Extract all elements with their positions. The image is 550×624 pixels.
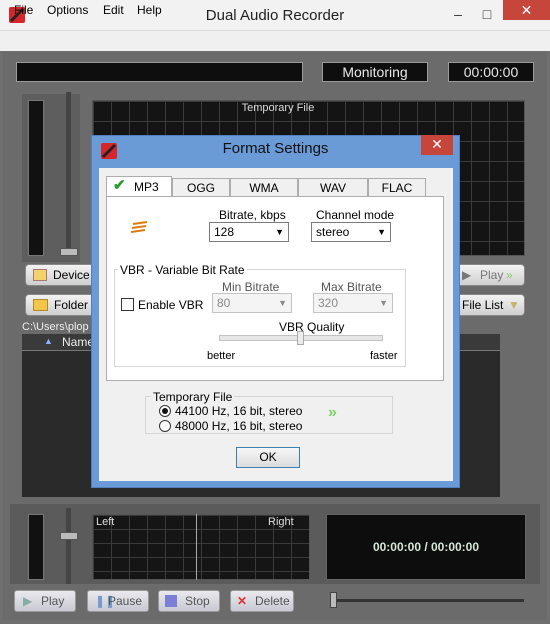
stop-icon	[165, 595, 177, 607]
device-icon	[33, 269, 47, 281]
enable-vbr-checkbox[interactable]	[121, 298, 134, 311]
bitrate-label: Bitrate, kbps	[219, 208, 286, 222]
menu-help[interactable]: Help	[137, 3, 162, 17]
delete-button[interactable]: ✕ Delete	[230, 590, 294, 612]
vbr-better-label: better	[207, 350, 236, 362]
delete-icon: ✕	[237, 594, 248, 608]
temp-option-48000-radio[interactable]	[159, 420, 171, 432]
minimize-button[interactable]: –	[444, 0, 472, 31]
vbr-group-title: VBR - Variable Bit Rate	[118, 263, 247, 277]
volume-slider-track	[66, 508, 71, 584]
ok-button[interactable]: OK	[236, 447, 300, 468]
status-display	[16, 62, 303, 82]
pause-button[interactable]: ❚❚ Pause	[87, 590, 149, 612]
folder-button[interactable]: Folder	[25, 294, 97, 316]
volume-slider-thumb[interactable]	[60, 532, 78, 540]
temp-option-48000-label: 48000 Hz, 16 bit, stereo	[175, 419, 303, 433]
menu-edit[interactable]: Edit	[103, 3, 124, 17]
level-slider-thumb[interactable]	[60, 248, 78, 256]
temp-option-44100-radio[interactable]	[159, 405, 171, 417]
device-button[interactable]: Device	[25, 264, 97, 286]
min-bitrate-value: 80	[217, 296, 231, 310]
column-name[interactable]: Name	[62, 335, 94, 349]
min-bitrate-label: Min Bitrate	[222, 280, 280, 294]
forward-arrows-icon: »	[328, 404, 337, 421]
enable-vbr-label: Enable VBR	[138, 298, 204, 312]
play-icon: ▶	[23, 594, 33, 608]
playback-vu-meter	[28, 514, 44, 580]
tab-mp3[interactable]: ✔ MP3	[106, 176, 172, 197]
min-bitrate-select[interactable]: 80 ▼	[212, 293, 292, 313]
vbr-quality-label: VBR Quality	[279, 320, 345, 334]
close-button[interactable]: ✕	[503, 0, 550, 20]
chevron-down-icon: ▼	[377, 227, 386, 237]
temporary-file-title: Temporary File	[151, 390, 235, 404]
channel-divider	[196, 514, 197, 580]
check-icon: ✔	[113, 177, 126, 194]
tab-ogg[interactable]: OGG	[172, 178, 230, 197]
tab-wav[interactable]: WAV	[298, 178, 368, 197]
right-channel-label: Right	[268, 516, 294, 528]
seek-thumb[interactable]	[330, 592, 337, 608]
stop-button[interactable]: Stop	[158, 590, 220, 612]
temp-option-44100-label: 44100 Hz, 16 bit, stereo	[175, 404, 303, 418]
folder-button-label: Folder	[54, 298, 89, 312]
sort-arrow-icon: ▲	[44, 336, 53, 346]
delete-label: Delete	[255, 594, 290, 608]
menu-bar	[0, 31, 550, 51]
play-icon: ▶	[462, 268, 472, 282]
channel-mode-value: stereo	[316, 225, 350, 239]
menu-file[interactable]: File	[14, 3, 33, 17]
forward-arrows-icon: »	[506, 268, 513, 282]
max-bitrate-label: Max Bitrate	[321, 280, 382, 294]
elapsed-time-display: 00:00:00	[448, 62, 534, 82]
max-bitrate-select[interactable]: 320 ▼	[313, 293, 393, 313]
channel-mode-select[interactable]: stereo ▼	[311, 222, 391, 242]
bitrate-value: 128	[214, 225, 235, 239]
play-label: Play	[41, 594, 65, 608]
maximize-button[interactable]: □	[473, 0, 501, 31]
folder-icon	[33, 299, 48, 311]
vbr-quality-thumb[interactable]	[297, 331, 304, 345]
playback-time-display: 00:00:00 / 00:00:00	[326, 514, 526, 580]
file-list-button[interactable]: File List ▼	[455, 294, 525, 316]
chevron-down-icon: ▼	[278, 298, 287, 308]
mp3-format-icon	[131, 221, 148, 233]
pause-label: Pause	[108, 594, 143, 608]
monitoring-display: Monitoring	[322, 62, 428, 82]
tab-flac[interactable]: FLAC	[368, 178, 426, 197]
chevron-down-icon: ▼	[379, 298, 388, 308]
device-button-label: Device	[53, 268, 90, 282]
scope-label: Temporary File	[241, 102, 315, 114]
dialog-title: Format Settings	[222, 140, 329, 157]
seek-track[interactable]	[330, 599, 524, 602]
filter-icon: ▼	[508, 298, 520, 312]
folder-path: C:\Users\plop	[22, 321, 89, 333]
chevron-down-icon: ▼	[275, 227, 284, 237]
tab-wma[interactable]: WMA	[230, 178, 298, 197]
radio-dot	[162, 408, 168, 414]
dialog-close-button[interactable]: ✕	[421, 135, 453, 155]
left-channel-label: Left	[96, 516, 115, 528]
max-bitrate-value: 320	[318, 296, 339, 310]
tab-mp3-label: MP3	[134, 180, 159, 194]
play-button-label: Play	[480, 268, 504, 282]
stop-label: Stop	[185, 594, 210, 608]
play-button-top[interactable]: ▶ Play »	[455, 264, 525, 286]
channel-mode-label: Channel mode	[316, 208, 395, 222]
menu-options[interactable]: Options	[47, 3, 88, 17]
level-slider-track	[66, 92, 71, 252]
bitrate-select[interactable]: 128 ▼	[209, 222, 289, 242]
file-list-label: File List	[462, 298, 504, 312]
vbr-faster-label: faster	[370, 350, 398, 362]
play-button[interactable]: ▶ Play	[14, 590, 76, 612]
vu-meter	[28, 100, 44, 256]
